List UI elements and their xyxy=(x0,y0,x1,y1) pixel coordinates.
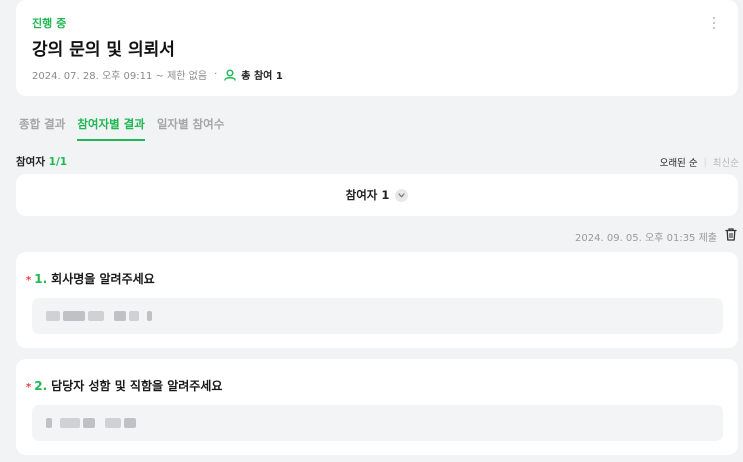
redacted-text xyxy=(88,311,104,321)
participant-count: 참여자 1/1 xyxy=(16,154,67,169)
redacted-text xyxy=(83,418,95,428)
participant-summary-label: 총 참여 1 xyxy=(241,71,283,82)
submission-timestamp: 2024. 09. 05. 오후 01:35 제출 xyxy=(575,232,717,244)
more-options-icon[interactable] xyxy=(708,14,720,32)
chevron-down-icon[interactable] xyxy=(395,188,409,202)
trash-icon[interactable] xyxy=(725,228,737,244)
tab-summary[interactable]: 종합 결과 xyxy=(19,116,65,141)
redacted-text xyxy=(147,311,152,321)
question-number: 1. xyxy=(34,272,48,286)
required-mark: * xyxy=(26,275,32,286)
participant-count-label: 참여자 xyxy=(16,156,45,168)
redacted-text xyxy=(60,418,80,428)
submission-info: 2024. 09. 05. 오후 01:35 제출 xyxy=(575,228,737,244)
question-card: * 2. 담당자 성함 및 직함을 알려주세요 xyxy=(16,359,738,455)
survey-header-card: 진행 중 강의 문의 및 의뢰서 2024. 07. 28. 오후 09:11 … xyxy=(16,0,738,96)
tab-by-participant[interactable]: 참여자별 결과 xyxy=(77,116,145,141)
question-text: 회사명을 알려주세요 xyxy=(51,272,155,286)
sort-newest[interactable]: 최신순 xyxy=(713,155,739,169)
redacted-text xyxy=(46,311,60,321)
participant-summary: 총 참여 1 xyxy=(224,67,283,82)
participant-selector-label: 참여자 1 xyxy=(345,188,390,202)
tab-by-date[interactable]: 일자별 참여수 xyxy=(157,116,224,141)
answer-box xyxy=(32,298,723,334)
question-card: * 1. 회사명을 알려주세요 xyxy=(16,252,738,348)
sort-divider: | xyxy=(703,156,707,168)
redacted-text xyxy=(124,418,136,428)
redacted-text xyxy=(129,311,139,321)
result-tabs: 종합 결과 참여자별 결과 일자별 참여수 xyxy=(19,116,236,141)
page-title: 강의 문의 및 의뢰서 xyxy=(32,40,175,60)
answer-box xyxy=(32,405,723,441)
sort-options: 오래된 순 | 최신순 xyxy=(660,155,739,170)
redacted-text xyxy=(46,418,52,428)
question-title: * 2. 담당자 성함 및 직함을 알려주세요 xyxy=(26,377,222,394)
redacted-text xyxy=(105,418,121,428)
survey-meta: 2024. 07. 28. 오후 09:11 ~ 제한 없음 · 총 참여 1 xyxy=(32,67,283,82)
meta-separator: · xyxy=(214,69,218,80)
participant-count-value: 1/1 xyxy=(48,156,68,168)
question-title: * 1. 회사명을 알려주세요 xyxy=(26,270,155,287)
sort-oldest[interactable]: 오래된 순 xyxy=(660,155,698,169)
redacted-text xyxy=(63,311,85,321)
question-number: 2. xyxy=(34,379,48,393)
question-text: 담당자 성함 및 직함을 알려주세요 xyxy=(51,379,223,393)
required-mark: * xyxy=(26,382,32,393)
survey-period: 2024. 07. 28. 오후 09:11 ~ 제한 없음 xyxy=(32,71,208,82)
redacted-text xyxy=(114,311,126,321)
status-badge: 진행 중 xyxy=(32,17,67,30)
participant-selector[interactable]: 참여자 1 xyxy=(16,174,738,216)
person-icon xyxy=(224,69,236,81)
